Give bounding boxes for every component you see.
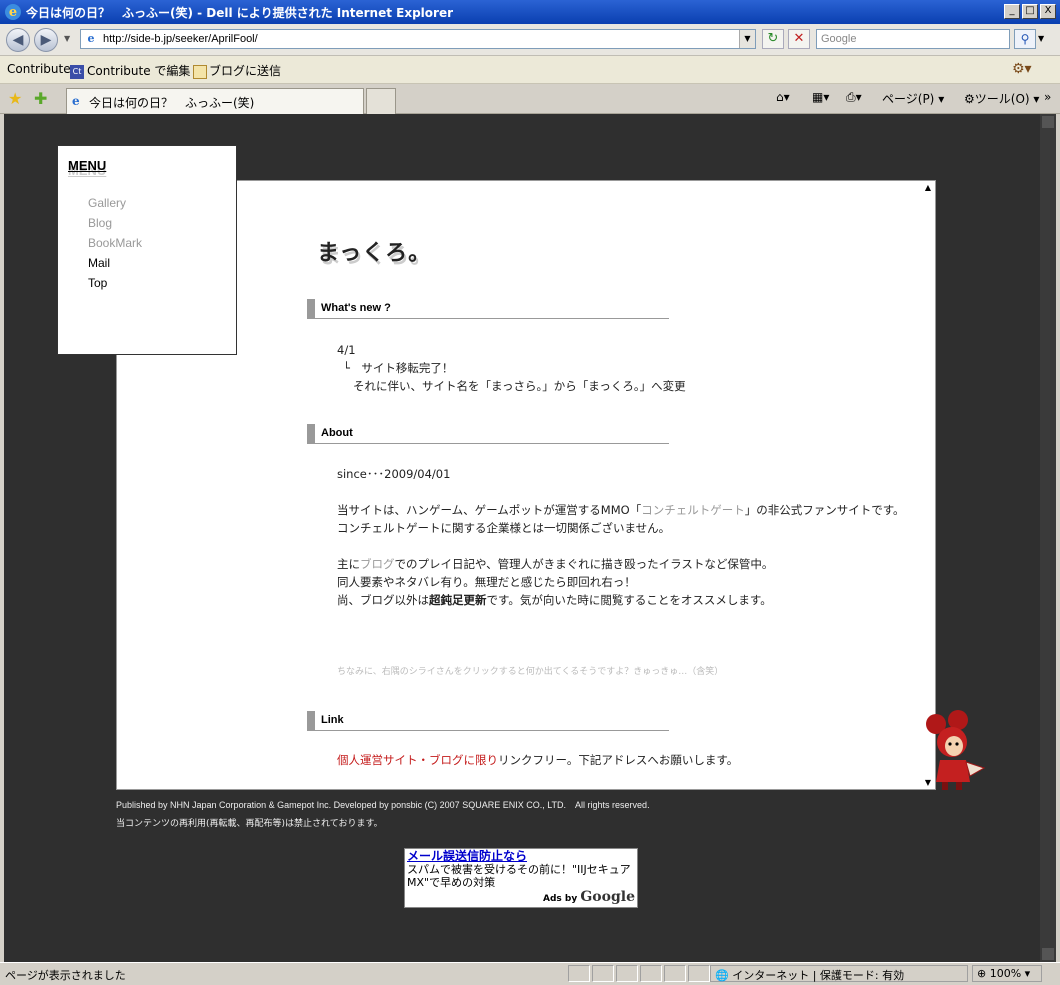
page-scrollbar[interactable] <box>1040 114 1056 962</box>
about-note: ちなみに、右隅のシライさんをクリックすると何か出てくるそうですよ？きゅっきゅ…（… <box>337 667 724 677</box>
news-line1: └ サイト移転完了！ <box>343 361 454 375</box>
menu-list: Gallery Blog BookMark Mail Top <box>88 196 142 296</box>
menu-item-gallery[interactable]: Gallery <box>88 196 142 216</box>
tools-menu-label: ツール(O) <box>974 92 1030 106</box>
window-titlebar: e 今日は何の日？ ふっふー(笑) - Dell により提供された Intern… <box>0 0 1060 24</box>
contribute-button[interactable]: Contribute <box>7 62 71 76</box>
menu-item-bookmark[interactable]: BookMark <box>88 236 142 256</box>
about-p1: 当サイトは、ハンゲーム、ゲームポットが運営するMMO「コンチェルトゲート」の非公… <box>337 503 905 517</box>
blog-link[interactable]: ブログ <box>360 557 395 571</box>
scrollbar-up-icon[interactable] <box>1042 116 1054 128</box>
page-menu-label: ページ(P) <box>882 92 935 106</box>
maximize-button[interactable]: □ <box>1022 4 1038 19</box>
refresh-button[interactable]: ↻ <box>762 29 784 49</box>
link-heading: Link <box>307 711 669 731</box>
status-bar: ページが表示されました 🌐 インターネット | 保護モード: 有効 ⊕ 100%… <box>0 962 1060 985</box>
page-icon: e <box>87 32 95 45</box>
new-tab-button[interactable] <box>366 88 396 114</box>
link-red-text: 個人運営サイト・ブログに限り <box>337 753 498 767</box>
feeds-icon[interactable]: ▦▾ <box>812 90 829 104</box>
links-toolbar: Contribute Ct Contribute で編集 ブログに送信 ⚙▾ <box>0 56 1060 84</box>
translate-icon[interactable]: ⚙▾ <box>1012 61 1032 77</box>
menu-title: MENU <box>68 158 107 173</box>
about-body: since･･･2009/04/01 当サイトは、ハンゲーム、ゲームポットが運営… <box>337 465 905 681</box>
footer-notice: 当コンテンツの再利用(再転載、再配布等)は禁止されております。 <box>116 819 383 829</box>
scroll-up-arrow-icon[interactable]: ▲ <box>925 183 931 192</box>
status-cell <box>568 965 590 982</box>
status-cell <box>592 965 614 982</box>
tab-ie-icon: e <box>72 94 80 108</box>
content-viewport: MENU Gallery Blog BookMark Mail Top ▲ まっ… <box>4 114 1056 962</box>
menu-item-blog[interactable]: Blog <box>88 216 142 236</box>
zoom-icon: ⊕ <box>977 967 987 980</box>
about-heading: About <box>307 424 669 444</box>
contribute-edit-button[interactable]: Ct Contribute で編集 <box>70 62 190 79</box>
site-title: まっくろ。 <box>317 241 432 266</box>
news-date: 4/1 <box>337 343 356 357</box>
main-panel: ▲ まっくろ。 What's new ? 4/1 └ サイト移転完了！ それに伴… <box>116 180 936 790</box>
blog-send-button[interactable]: ブログに送信 <box>193 62 281 79</box>
print-icon[interactable]: ⎙▾ <box>846 90 862 105</box>
link-body: 個人運営サイト・ブログに限りリンクフリー。下記アドレスへお願いします。 <box>337 753 739 767</box>
contribute-icon: Ct <box>70 64 84 79</box>
about-p2: コンチェルトゲートに関する企業様とは一切関係ございません。 <box>337 521 671 535</box>
search-options-dropdown[interactable]: ▼ <box>1038 34 1044 43</box>
url-text[interactable]: http://side-b.jp/seeker/AprilFool/ <box>103 33 258 45</box>
status-cell <box>664 965 686 982</box>
status-cell <box>640 965 662 982</box>
tab-current[interactable]: e 今日は何の日？ ふっふー(笑) <box>66 88 364 114</box>
about-p3: 主にブログでのプレイ日記や、管理人がきまぐれに描き殴ったイラストなど保管中。 <box>337 557 774 571</box>
address-dropdown[interactable]: ▼ <box>739 30 755 48</box>
tab-bar: ★ ✚ e 今日は何の日？ ふっふー(笑) ⌂▾ ▦▾ ⎙▾ ページ(P) ▾ … <box>0 84 1060 114</box>
scrollbar-down-icon[interactable] <box>1042 948 1054 960</box>
page-menu[interactable]: ページ(P) ▾ <box>882 90 944 107</box>
search-input[interactable]: Google <box>816 29 1010 49</box>
address-input[interactable]: e http://side-b.jp/seeker/AprilFool/ ▼ <box>80 29 756 49</box>
more-commands-icon[interactable]: » <box>1044 90 1051 104</box>
zoom-control[interactable]: ⊕ 100% ▾ <box>972 965 1042 982</box>
nav-history-dropdown[interactable]: ▼ <box>64 34 70 43</box>
address-toolbar: ◀ ▶ ▼ e http://side-b.jp/seeker/AprilFoo… <box>0 24 1060 56</box>
forward-button[interactable]: ▶ <box>34 28 58 52</box>
footer-copyright: Published by NHN Japan Corporation & Gam… <box>116 800 650 810</box>
menu-item-mail[interactable]: Mail <box>88 256 142 276</box>
tab-label: 今日は何の日？ ふっふー(笑) <box>89 96 255 110</box>
status-cell <box>688 965 710 982</box>
add-favorites-icon[interactable]: ✚ <box>34 89 47 108</box>
security-zone[interactable]: 🌐 インターネット | 保護モード: 有効 <box>710 965 968 982</box>
globe-icon: 🌐 <box>715 969 729 982</box>
ad-title[interactable]: メール誤送信防止なら <box>407 849 635 863</box>
close-button[interactable]: X <box>1040 4 1056 19</box>
stop-button[interactable]: ✕ <box>788 29 810 49</box>
ads-by-google[interactable]: Ads by Google <box>543 889 635 905</box>
concerto-gate-link[interactable]: コンチェルトゲート <box>641 503 745 517</box>
whats-new-body: 4/1 └ サイト移転完了！ それに伴い、サイト名を「まっさら。」から「まっくろ… <box>337 341 686 395</box>
google-ad[interactable]: メール誤送信防止なら スパムで被害を受けるその前に！"IIJセキュアMX"で早め… <box>404 848 638 908</box>
about-p4: 同人要素やネタバレ有り。無理だと感じたら即回れ右っ！ <box>337 575 636 589</box>
ad-text: スパムで被害を受けるその前に！"IIJセキュアMX"で早めの対策 <box>407 863 631 889</box>
status-message: ページが表示されました <box>5 969 126 982</box>
blog-icon <box>193 64 207 79</box>
mascot-shirai-icon[interactable] <box>922 710 992 792</box>
home-icon[interactable]: ⌂▾ <box>776 90 790 104</box>
menu-box: MENU Gallery Blog BookMark Mail Top <box>57 145 237 355</box>
status-cell <box>616 965 638 982</box>
menu-item-top[interactable]: Top <box>88 276 142 296</box>
news-line2: それに伴い、サイト名を「まっさら。」から「まっくろ。」へ変更 <box>353 379 686 393</box>
favorites-star-icon[interactable]: ★ <box>8 89 22 108</box>
tools-menu[interactable]: ⚙ツール(O) ▾ <box>964 90 1039 107</box>
whats-new-heading: What's new ? <box>307 299 669 319</box>
about-p5: 尚、ブログ以外は超鈍足更新です。気が向いた時に閲覧することをオススメします。 <box>337 593 772 607</box>
search-button[interactable]: ⚲ <box>1014 29 1036 49</box>
back-button[interactable]: ◀ <box>6 28 30 52</box>
window-title: 今日は何の日？ ふっふー(笑) - Dell により提供された Internet… <box>26 5 454 20</box>
ie-icon: e <box>5 4 21 20</box>
about-since: since･･･2009/04/01 <box>337 467 451 481</box>
minimize-button[interactable]: _ <box>1004 4 1020 19</box>
